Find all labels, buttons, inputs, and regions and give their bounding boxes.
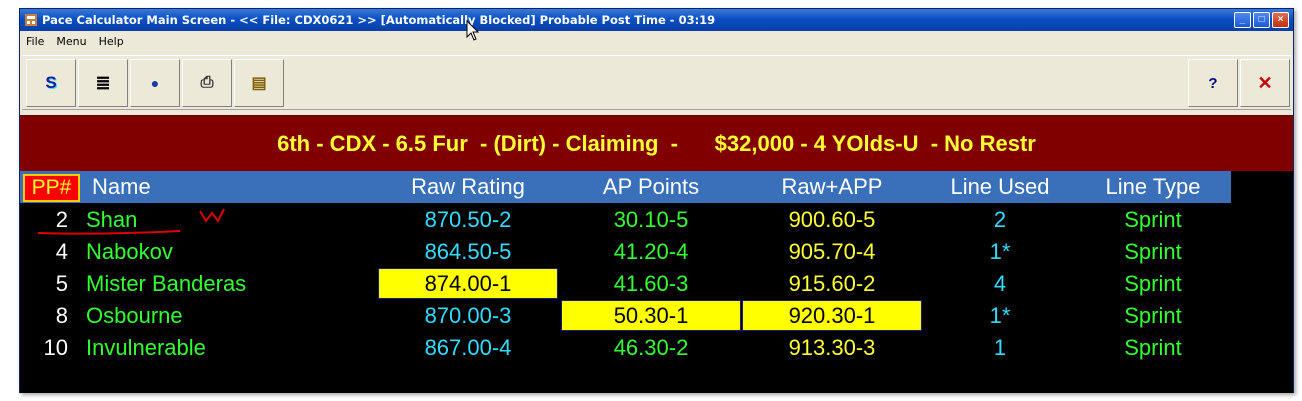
mouse-cursor-icon: [466, 20, 480, 41]
pace-calculator-window: Pace Calculator Main Screen - << File: C…: [19, 8, 1294, 393]
app-icon: [24, 13, 38, 27]
column-header-ap-points[interactable]: AP Points: [561, 171, 741, 203]
menu-menu[interactable]: Menu: [50, 35, 92, 48]
row-ap-points: 41.20-4: [613, 239, 689, 264]
row-pp-number: 8: [55, 303, 68, 328]
grid-header-row: PP# Name Raw Rating AP Points Raw+APP Li…: [20, 171, 1231, 203]
row-horse-name: Shan: [86, 207, 138, 232]
globe-icon: ●: [150, 75, 160, 91]
row-line-used: 1*: [989, 239, 1011, 264]
row-pp-number: 5: [55, 271, 68, 296]
row-raw-rating: 870.00-3: [424, 303, 512, 328]
race-header-text: 6th - CDX - 6.5 Fur - (Dirt) - Claiming …: [277, 130, 1036, 156]
menu-bar: File Menu Help: [20, 32, 1293, 51]
menu-file[interactable]: File: [20, 35, 50, 48]
row-ap-points: 41.60-3: [613, 271, 689, 296]
row-ap-points: 46.30-2: [613, 335, 689, 360]
row-line-used: 1: [993, 335, 1007, 360]
column-header-raw-rating[interactable]: Raw Rating: [378, 171, 558, 203]
row-line-type: Sprint: [1124, 239, 1182, 264]
row-raw-rating: 864.50-5: [424, 239, 512, 264]
row-ap-points-best: 50.30-1: [561, 300, 741, 331]
question-icon: ?: [1208, 74, 1218, 92]
toolbar-list-button[interactable]: ≣: [78, 59, 128, 107]
toolbar-s-button[interactable]: S: [26, 59, 76, 107]
column-header-line-type[interactable]: Line Type: [1078, 171, 1228, 203]
ratings-grid: PP# Name Raw Rating AP Points Raw+APP Li…: [20, 171, 1293, 393]
row-line-used: 2: [993, 207, 1007, 232]
maximize-button[interactable]: □: [1253, 12, 1270, 28]
row-horse-name: Invulnerable: [86, 335, 206, 360]
help-button[interactable]: ?: [1188, 59, 1238, 107]
column-header-name[interactable]: Name: [92, 171, 151, 203]
column-header-pp[interactable]: PP#: [23, 174, 80, 202]
toolbar-globe-button[interactable]: ●: [130, 59, 180, 107]
row-pp-number: 2: [55, 207, 68, 232]
toolbar: S ≣ ● ⎙ ▤ ? ✕: [22, 55, 1291, 110]
row-pp-number: 4: [55, 239, 68, 264]
race-header: 6th - CDX - 6.5 Fur - (Dirt) - Claiming …: [20, 115, 1293, 171]
row-raw-app: 900.60-5: [788, 207, 876, 232]
row-line-used: 1*: [989, 303, 1011, 328]
exit-button[interactable]: ✕: [1240, 59, 1290, 107]
window-title: Pace Calculator Main Screen - << File: C…: [42, 13, 716, 27]
toolbar-document-button[interactable]: ▤: [234, 59, 284, 107]
row-line-type: Sprint: [1124, 271, 1182, 296]
row-horse-name: Nabokov: [86, 239, 173, 264]
row-horse-name: Osbourne: [86, 303, 183, 328]
row-raw-app: 913.30-3: [788, 335, 876, 360]
printer-icon: ⎙: [200, 74, 214, 91]
row-raw-app: 915.60-2: [788, 271, 876, 296]
document-icon: ▤: [251, 75, 267, 92]
row-line-type: Sprint: [1124, 207, 1182, 232]
row-ap-points: 30.10-5: [613, 207, 689, 232]
row-raw-app-best: 920.30-1: [742, 300, 922, 331]
row-raw-rating: 867.00-4: [424, 335, 512, 360]
close-icon: ✕: [1257, 72, 1273, 93]
minimize-button[interactable]: _: [1234, 12, 1251, 28]
row-line-type: Sprint: [1124, 335, 1182, 360]
row-raw-app: 905.70-4: [788, 239, 876, 264]
row-pp-number: 10: [43, 335, 68, 360]
s-letter-icon: S: [45, 73, 57, 92]
toolbar-print-button[interactable]: ⎙: [182, 59, 232, 107]
row-horse-name: Mister Banderas: [86, 271, 247, 296]
row-line-type: Sprint: [1124, 303, 1182, 328]
column-header-line-used[interactable]: Line Used: [925, 171, 1075, 203]
close-window-button[interactable]: ×: [1272, 12, 1289, 28]
column-header-raw-app[interactable]: Raw+APP: [742, 171, 922, 203]
row-raw-rating-best: 874.00-1: [378, 268, 558, 299]
row-raw-rating: 870.50-2: [424, 207, 512, 232]
list-icon: ≣: [95, 72, 111, 93]
row-line-used: 4: [993, 271, 1007, 296]
title-bar[interactable]: Pace Calculator Main Screen - << File: C…: [20, 9, 1293, 31]
menu-help[interactable]: Help: [93, 35, 130, 48]
